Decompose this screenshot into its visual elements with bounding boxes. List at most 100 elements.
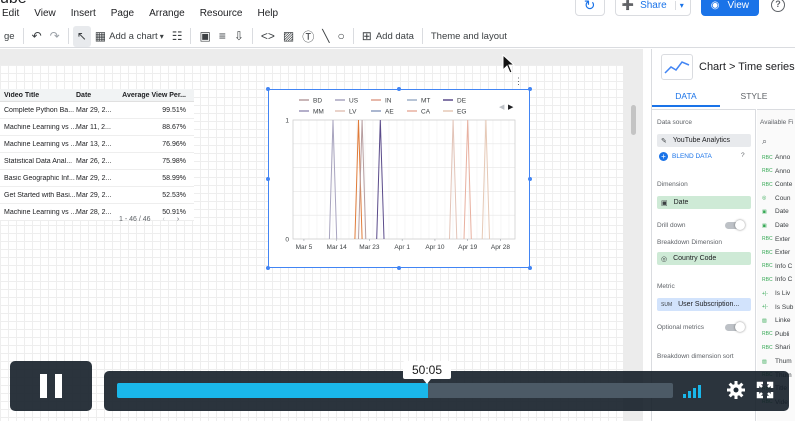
filter-control-icon[interactable]: ≡ [215, 26, 230, 47]
available-field[interactable]: RBC Anno [762, 154, 790, 161]
blend-data-button[interactable]: + BLEND DATA [659, 152, 712, 161]
seek-bar[interactable] [117, 383, 673, 398]
line-icon[interactable]: ╲ [318, 26, 333, 47]
redo-icon[interactable]: ↷ [46, 26, 64, 47]
available-field[interactable]: RBC Info C [762, 276, 792, 283]
chart-type-thumbnail[interactable] [661, 54, 693, 80]
cell-title: Machine Learning vs ... [4, 123, 76, 131]
available-field[interactable]: ▨ Linke [762, 317, 791, 324]
cell-date: Mar 13, 2... [76, 140, 112, 148]
available-field[interactable]: ▣ Date [762, 222, 789, 229]
column-header-video-title[interactable]: Video Title [0, 92, 76, 99]
time-series-chart[interactable]: 0 1 Mar 5 Mar 14 Mar 23 Apr 1 Apr 10 Apr 19 Apr … [268, 89, 530, 268]
column-header-avg-view[interactable]: Average View Per... [116, 92, 188, 99]
field-type-icon: RBC [762, 236, 773, 243]
field-name: Date [775, 208, 789, 216]
add-control-icon[interactable]: ⇩ [230, 26, 248, 47]
series-line-eg [481, 119, 490, 240]
refresh-button[interactable]: ↻ [574, 0, 605, 16]
search-icon[interactable]: ⌕ [762, 136, 767, 147]
menu-arrange[interactable]: Arrange [149, 8, 185, 22]
legend-label: EG [457, 109, 466, 116]
table-chart[interactable]: Video Title Date Average View Per... Com… [0, 89, 194, 221]
dimension-chip[interactable]: ▣ Date [657, 196, 751, 209]
table-row: Machine Learning vs ... Mar 13, 2... 76.96… [0, 136, 194, 153]
toolbar-divider [67, 28, 69, 44]
image-icon[interactable]: ▨ [279, 26, 298, 47]
menu-page[interactable]: Page [111, 8, 134, 22]
available-field[interactable]: RBC Anno [762, 168, 790, 175]
menu-edit[interactable]: Edit [2, 8, 19, 22]
resize-handle[interactable] [397, 266, 401, 270]
available-field[interactable]: RBC Exter [762, 236, 790, 243]
resize-handle[interactable] [528, 87, 532, 91]
menu-resource[interactable]: Resource [200, 8, 243, 22]
field-type-icon: ▨ [762, 317, 767, 324]
help-icon[interactable]: ? [771, 0, 785, 12]
theme-layout-button[interactable]: Theme and layout [427, 26, 511, 47]
tab-data[interactable]: DATA [652, 87, 720, 107]
share-button[interactable]: ➕ Share ▾ [614, 0, 691, 16]
available-field[interactable]: +|- Is Liv [762, 290, 790, 297]
menu-view[interactable]: View [34, 8, 56, 22]
data-source-chip[interactable]: ✎ YouTube Analytics [657, 134, 751, 147]
optional-metrics-toggle[interactable] [725, 322, 745, 332]
resize-handle[interactable] [397, 87, 401, 91]
add-chart-button[interactable]: ▦ Add a chart ▾ [91, 26, 168, 47]
pencil-icon[interactable]: ✎ [661, 137, 667, 145]
available-field[interactable]: RBC Shari [762, 344, 790, 351]
fullscreen-icon[interactable] [756, 381, 774, 399]
column-header-date[interactable]: Date [76, 92, 116, 99]
field-name: Info C [775, 262, 793, 270]
drill-down-toggle[interactable] [725, 220, 745, 230]
metric-chip[interactable]: SUM User Subscription... [657, 298, 751, 311]
menu-insert[interactable]: Insert [71, 8, 96, 22]
table-header: Video Title Date Average View Per... [0, 89, 194, 102]
page-selector[interactable]: ge [0, 26, 19, 47]
volume-icon[interactable] [683, 384, 703, 398]
date-range-icon[interactable]: ▣ [195, 26, 214, 47]
resize-handle[interactable] [528, 266, 532, 270]
cell-date: Mar 11, 2... [76, 123, 111, 131]
undo-icon[interactable]: ↶ [28, 26, 46, 47]
field-name: Linke [775, 317, 791, 325]
canvas-scrollbar[interactable] [631, 105, 636, 135]
resize-handle[interactable] [528, 177, 532, 181]
toolbar-divider [421, 28, 423, 44]
next-page-icon[interactable]: › [177, 216, 179, 223]
available-field[interactable]: +|- Is Sub [762, 304, 793, 311]
view-button[interactable]: ◉ View [700, 0, 759, 16]
field-name: Anno [775, 154, 791, 161]
help-icon[interactable]: ? [741, 152, 745, 159]
available-field[interactable]: ▣ Date [762, 208, 789, 215]
report-title[interactable]: ube [0, 0, 27, 8]
field-name: Date [775, 222, 789, 229]
select-cursor-icon[interactable]: ↖ [72, 25, 91, 47]
settings-gear-icon[interactable] [726, 380, 746, 400]
community-viz-icon[interactable]: ☷ [168, 26, 187, 47]
available-field[interactable]: RBC Info C [762, 263, 792, 270]
code-embed-icon[interactable]: <> [257, 26, 279, 47]
tab-style[interactable]: STYLE [720, 87, 788, 107]
field-type-icon: +|- [762, 304, 768, 311]
resize-handle[interactable] [266, 177, 270, 181]
view-label: View [727, 0, 750, 11]
chart-more-icon[interactable]: ⋮ [514, 76, 523, 87]
prev-page-icon[interactable]: ‹ [163, 216, 165, 223]
add-data-button[interactable]: ⊞ Add data [358, 26, 418, 47]
text-icon[interactable]: Ⓣ [298, 26, 318, 47]
shape-icon[interactable]: ○ [334, 26, 349, 47]
breakdown-dimension-chip[interactable]: ◎ Country Code [657, 252, 751, 265]
available-field[interactable]: RBC Exter [762, 249, 790, 256]
pause-button[interactable] [10, 361, 92, 411]
available-field[interactable]: ◎ Coun [762, 195, 791, 202]
resize-handle[interactable] [266, 266, 270, 270]
available-field[interactable]: RBC Publi [762, 331, 789, 338]
menu-help[interactable]: Help [258, 8, 279, 22]
available-field[interactable]: RBC Conte [762, 181, 792, 188]
resize-handle[interactable] [266, 87, 270, 91]
available-field[interactable]: ▨ Thum [762, 358, 792, 365]
chevron-down-icon[interactable]: ▾ [674, 0, 684, 10]
field-type-icon: ▨ [762, 358, 767, 365]
cell-title: Machine Learning vs ... [4, 208, 76, 216]
